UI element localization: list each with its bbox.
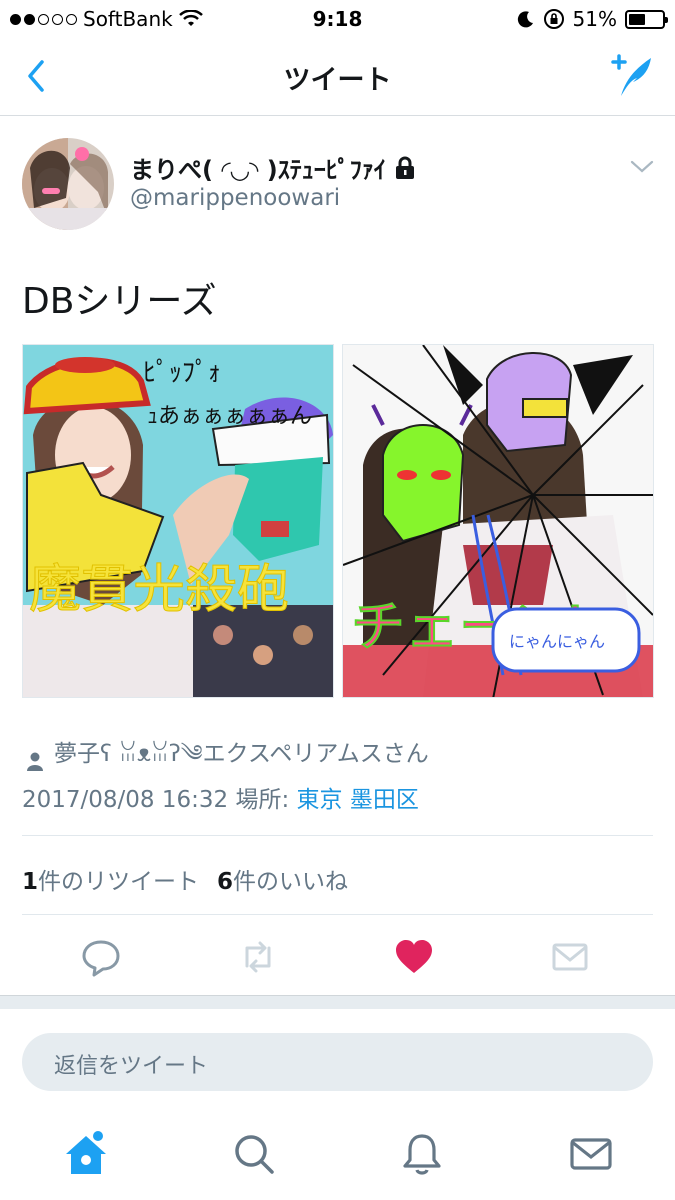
lock-icon xyxy=(395,156,414,179)
reply-icon[interactable] xyxy=(80,936,122,978)
tweet-meta: 2017/08/08 16:32 場所: 東京 墨田区 xyxy=(22,780,419,814)
page-title: ツイート xyxy=(283,65,392,96)
tweet-actions xyxy=(0,928,675,984)
section-separator xyxy=(0,995,675,1009)
photo-text-pippo: ﾋﾟｯﾌﾟｫ xyxy=(143,358,221,388)
like-stat[interactable]: 6件のいいね xyxy=(217,862,348,896)
tweet-photo-left[interactable]: ﾋﾟｯﾌﾟｫ ｭあぁぁぁぁぁん 魔貫光殺砲 xyxy=(22,344,334,698)
photo-text-nyan: にゃんにゃん xyxy=(509,632,605,651)
nav-bar: ツイート xyxy=(0,38,675,116)
avatar[interactable] xyxy=(22,138,114,230)
tab-bar xyxy=(0,1112,675,1200)
display-name-text: まりぺ( ◜◡◝ )ｽﾃｭｰﾋﾟﾌｧｲ xyxy=(130,156,386,184)
retweet-count: 1 xyxy=(22,869,39,895)
photo-text-makankosappo: 魔貫光殺砲 xyxy=(29,560,289,620)
location-link[interactable]: 東京 墨田区 xyxy=(297,787,419,813)
reply-placeholder: 返信をツイート xyxy=(54,1054,209,1079)
retweet-stat[interactable]: 1件のリツイート xyxy=(22,862,199,896)
status-right: 51% xyxy=(517,7,668,31)
rotation-lock-icon xyxy=(543,9,564,29)
home-icon[interactable] xyxy=(62,1130,110,1178)
tweet-timestamp: 2017/08/08 16:32 xyxy=(22,787,229,813)
tweet-photo-right[interactable]: チェーン! にゃんにゃん xyxy=(342,344,654,698)
battery-icon xyxy=(625,9,668,29)
envelope-icon[interactable] xyxy=(549,936,591,978)
retweet-label: 件のリツイート xyxy=(38,869,200,895)
divider-top xyxy=(22,835,653,836)
like-label: 件のいいね xyxy=(233,869,349,895)
person-icon xyxy=(27,752,43,771)
retweet-icon[interactable] xyxy=(237,936,279,978)
like-count: 6 xyxy=(217,869,234,895)
search-icon[interactable] xyxy=(230,1130,278,1178)
divider-bottom xyxy=(22,914,653,915)
moon-icon xyxy=(517,11,533,28)
location-label: 場所: xyxy=(235,787,290,813)
bell-icon[interactable] xyxy=(398,1130,446,1178)
status-bar: SoftBank 9:18 51% xyxy=(0,0,675,38)
back-chevron-icon[interactable] xyxy=(18,56,58,96)
photo-text-aaa: ｭあぁぁぁぁぁん xyxy=(147,404,312,429)
messages-envelope-icon[interactable] xyxy=(567,1130,615,1178)
reply-input[interactable]: 返信をツイート xyxy=(22,1033,653,1091)
chevron-down-icon[interactable] xyxy=(627,152,657,182)
tweet-text: DBシリーズ xyxy=(22,281,217,322)
user-handle[interactable]: @marippenoowari xyxy=(130,185,340,211)
battery-percent: 51% xyxy=(572,7,617,31)
heart-icon[interactable] xyxy=(393,936,435,978)
display-name[interactable]: まりぺ( ◜◡◝ )ｽﾃｭｰﾋﾟﾌｧｲ xyxy=(130,150,416,185)
compose-tweet-icon[interactable] xyxy=(607,52,657,100)
tweet-stats: 1件のリツイート 6件のいいね xyxy=(22,862,348,896)
